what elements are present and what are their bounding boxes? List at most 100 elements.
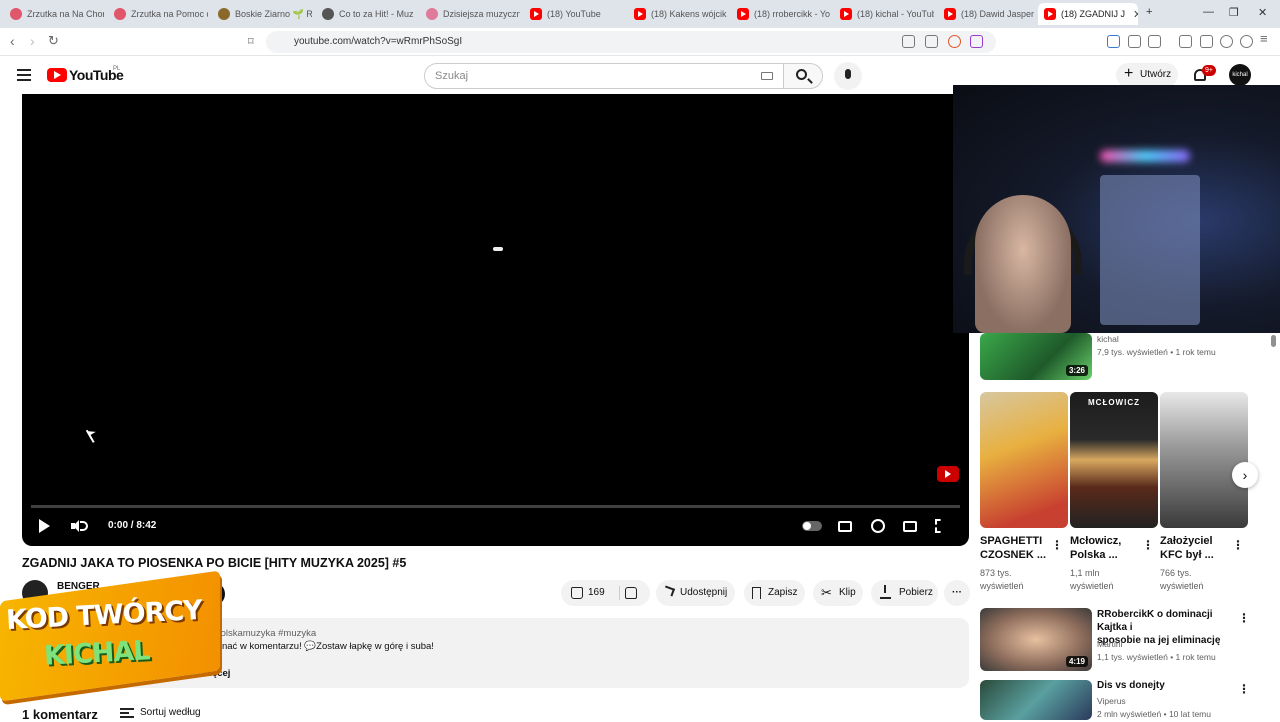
share-button[interactable]: Udostępnij <box>656 580 735 606</box>
download-label: Pobierz <box>899 587 933 598</box>
short-thumbnail[interactable] <box>1160 392 1248 528</box>
search-icon <box>796 69 807 80</box>
wallet-icon[interactable] <box>1200 35 1213 48</box>
vpn-icon[interactable] <box>1240 35 1253 48</box>
channel-watermark-icon[interactable] <box>937 466 959 482</box>
cast-icon[interactable] <box>902 35 915 48</box>
more-options-icon[interactable]: ⋮ <box>1238 612 1250 624</box>
progress-bar[interactable] <box>31 505 960 508</box>
browser-tab[interactable]: (18) Kakens wójcik <box>628 3 728 25</box>
recommended-thumbnail[interactable] <box>980 680 1092 720</box>
search-button[interactable] <box>783 63 823 89</box>
browser-tab[interactable]: Zrzutka na Na Chor <box>4 3 104 25</box>
new-tab-icon[interactable]: + <box>1146 6 1152 18</box>
browser-tab[interactable]: (18) rrobercikk - Yo <box>731 3 831 25</box>
download-button[interactable]: Pobierz <box>871 580 938 606</box>
recommended-channel[interactable]: Viperus <box>1097 696 1126 706</box>
recommended-thumbnail[interactable]: 4:19 <box>980 608 1092 671</box>
share-page-icon[interactable] <box>925 35 938 48</box>
hamburger-menu-icon[interactable] <box>17 69 31 81</box>
brave-shield-icon[interactable] <box>948 35 961 48</box>
short-title[interactable]: SPAGHETTI CZOSNEK ... <box>980 534 1046 562</box>
play-icon[interactable] <box>39 519 50 533</box>
webcam-background-board <box>1100 175 1200 325</box>
more-options-icon[interactable]: ⋮ <box>1051 539 1063 551</box>
video-title: ZGADNIJ JAKA TO PIOSENKA PO BICIE [HITY … <box>22 556 407 570</box>
rewards-icon[interactable] <box>970 35 983 48</box>
volume-icon[interactable] <box>71 520 88 532</box>
chevron-right-icon[interactable]: › <box>1232 462 1258 488</box>
scrollbar[interactable] <box>1271 335 1276 347</box>
clip-button[interactable]: ✂ Klip <box>813 580 863 606</box>
short-title[interactable]: Założyciel KFC był ... <box>1160 534 1214 562</box>
reload-icon[interactable]: ↻ <box>48 33 59 49</box>
search-placeholder: Szukaj <box>435 70 469 82</box>
theater-mode-icon[interactable] <box>903 521 917 532</box>
creator-code-overlay: KOD TWÓRCY KICHAL <box>0 570 228 702</box>
short-title[interactable]: Mcłowicz, Polska ... <box>1070 534 1121 562</box>
short-thumbnail[interactable]: MCŁOWICZ <box>1070 392 1158 528</box>
more-actions-button[interactable]: ··· <box>944 580 970 606</box>
settings-gear-icon[interactable] <box>871 519 885 533</box>
loading-spinner-icon <box>493 247 503 251</box>
youtube-logo-icon[interactable] <box>47 68 67 82</box>
menu-icon[interactable]: ≡ <box>1260 31 1268 46</box>
address-bar[interactable]: youtube.com/watch?v=wRmrPhSoSgI <box>266 31 996 53</box>
keyboard-icon[interactable] <box>761 72 773 80</box>
browser-tab[interactable]: (18) kichal - YouTub <box>834 3 934 25</box>
more-options-icon[interactable]: ⋮ <box>1238 683 1250 695</box>
boskie-icon <box>218 8 230 20</box>
create-button[interactable]: Utwórz <box>1116 62 1178 87</box>
video-player[interactable]: 0:00 / 8:42 <box>22 94 969 546</box>
browser-tab[interactable]: Co to za Hit! - Muz <box>316 3 416 25</box>
browser-tab[interactable]: Zrzutka na Pomoc d <box>108 3 208 25</box>
youtube-icon <box>840 8 852 20</box>
short-thumbnail[interactable] <box>980 392 1068 528</box>
zrzutka-icon <box>114 8 126 20</box>
translate-icon[interactable] <box>1107 35 1120 48</box>
tab-label: (18) Kakens wójcik <box>651 9 727 19</box>
maximize-icon[interactable]: ❐ <box>1229 6 1239 19</box>
dislike-icon[interactable] <box>625 587 637 599</box>
close-tab-icon[interactable]: ✕ <box>1133 8 1138 21</box>
browser-tab[interactable]: Dzisiejsza muzyczn <box>420 3 520 25</box>
like-icon[interactable] <box>571 587 583 599</box>
more-options-icon[interactable]: ⋮ <box>1232 539 1244 551</box>
extension-icon[interactable] <box>1148 35 1161 48</box>
save-button[interactable]: Zapisz <box>744 580 805 606</box>
recommended-title[interactable]: Dis vs donejty <box>1097 679 1232 692</box>
youtube-icon <box>1044 8 1056 20</box>
search-input[interactable]: Szukaj <box>424 63 784 89</box>
recommended-thumbnail[interactable]: 3:26 <box>980 333 1092 380</box>
browser-tab[interactable]: (18) YouTube <box>524 3 624 25</box>
fullscreen-icon[interactable] <box>935 519 941 533</box>
short-views: 766 tys. wyświetleń <box>1160 568 1204 591</box>
sort-button[interactable]: Sortuj według <box>140 707 201 718</box>
more-options-icon[interactable]: ⋮ <box>1142 539 1154 551</box>
extension-icon[interactable] <box>1128 35 1141 48</box>
leo-icon[interactable] <box>1220 35 1233 48</box>
tab-label: Co to za Hit! - Muz <box>339 9 414 19</box>
subtitles-icon[interactable] <box>838 521 852 532</box>
minimize-icon[interactable]: — <box>1203 6 1214 18</box>
sidebar-icon[interactable] <box>1179 35 1192 48</box>
voice-search-icon[interactable] <box>834 62 862 90</box>
browser-tab-active[interactable]: (18) ZGADNIJ J ✕ <box>1038 3 1138 25</box>
tab-label: (18) YouTube <box>547 9 601 19</box>
youtube-icon <box>944 8 956 20</box>
browser-tab[interactable]: (18) Dawid Jasper P <box>938 3 1036 25</box>
browser-tab[interactable]: Boskie Ziarno 🌱 R <box>212 3 312 25</box>
recommended-channel[interactable]: Martini <box>1097 639 1123 649</box>
recommended-channel[interactable]: kichal <box>1097 334 1119 344</box>
webcam-streamer <box>975 195 1071 333</box>
user-avatar[interactable]: kichal <box>1229 64 1251 86</box>
save-label: Zapisz <box>768 587 798 598</box>
share-icon <box>662 585 676 597</box>
close-window-icon[interactable]: ✕ <box>1258 6 1267 19</box>
like-count[interactable]: 169 <box>588 580 605 606</box>
back-icon[interactable]: ‹ <box>10 33 15 49</box>
autoplay-toggle[interactable] <box>802 521 822 531</box>
sort-icon[interactable] <box>120 708 134 718</box>
forward-icon[interactable]: › <box>30 33 35 49</box>
bookmark-icon[interactable]: ⌑ <box>248 35 254 48</box>
